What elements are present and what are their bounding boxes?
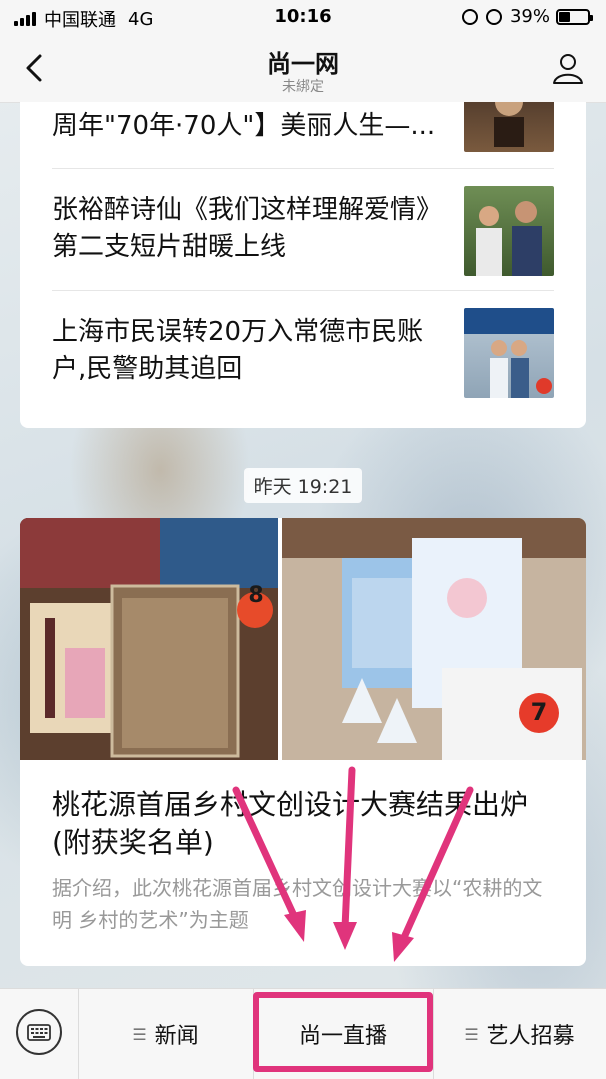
news-item-title: 上海市民误转20万入常德市民账户,民警助其追回 (52, 317, 424, 384)
profile-icon[interactable] (550, 50, 586, 86)
nav-bar: 尚一网 未綁定 (0, 34, 606, 103)
menu-item-recruit[interactable]: ☰ 艺人招募 (433, 989, 606, 1079)
message-timestamp: 昨天 19:21 (0, 468, 606, 503)
menu-item-label: 尚一直播 (298, 1024, 387, 1049)
article-card[interactable]: 8 7 桃花源首届乡村文创设计大赛结果出炉(附获奖名单) 据介绍，此次桃花源首届… (20, 518, 586, 966)
battery-percent: 39% (509, 6, 550, 27)
divider (52, 290, 554, 291)
divider (52, 168, 554, 169)
news-thumbnail (464, 308, 554, 398)
battery-icon (556, 8, 593, 25)
news-item-title: 周年"70年·70人"】美丽人生—... (52, 111, 436, 141)
menu-item-label: 新闻 (154, 1024, 199, 1049)
news-list-card: 周年"70年·70人"】美丽人生—... 张裕醉诗仙《我们这样理解爱情》第二支短… (20, 102, 586, 428)
page-title: 尚一网 (267, 50, 339, 78)
orientation-lock-icon (461, 8, 478, 25)
menu-item-news[interactable]: ☰ 新闻 (78, 989, 253, 1079)
news-thumbnail (464, 186, 554, 276)
status-bar: 中国联通 4G 10:16 39% (0, 0, 606, 34)
menu-item-live[interactable]: 尚一直播 (253, 989, 433, 1079)
menu-list-icon: ☰ (464, 1024, 479, 1044)
keyboard-toggle-icon[interactable] (16, 1009, 62, 1055)
menu-list-icon: ☰ (132, 1024, 147, 1044)
article-description: 据介绍，此次桃花源首届乡村文创设计大赛以“农耕的文明 乡村的艺术”为主题 (52, 876, 543, 932)
news-thumbnail (464, 102, 554, 152)
alarm-icon (485, 8, 502, 25)
article-photo-left (20, 518, 278, 760)
bottom-menu-bar: ☰ 新闻 尚一直播 ☰ 艺人招募 (0, 988, 606, 1079)
menu-item-label: 艺人招募 (486, 1024, 575, 1049)
news-item-title: 张裕醉诗仙《我们这样理解爱情》第二支短片甜暖上线 (52, 195, 443, 262)
status-right: 39% (461, 6, 593, 27)
article-title: 桃花源首届乡村文创设计大赛结果出炉(附获奖名单) (52, 788, 529, 859)
page-subtitle: 未綁定 (282, 79, 324, 95)
